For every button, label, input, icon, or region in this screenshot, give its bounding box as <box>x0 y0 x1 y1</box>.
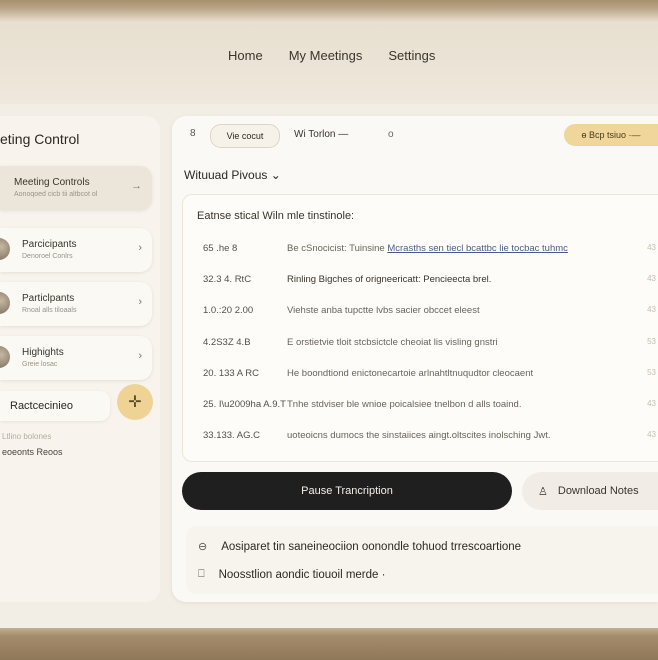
download-notes-label: Download Notes <box>557 485 639 497</box>
chevron-right-icon: › <box>138 242 142 254</box>
recent-records-link[interactable]: eoeonts Reoos <box>2 447 63 457</box>
row-text: Be cSnocicist: Tuinsine <box>287 243 388 254</box>
row-count: 53 <box>647 368 656 377</box>
sidebar-item-sublabel: Aonoqoed cicb tii altbcot ol <box>14 191 98 198</box>
checkbox-icon: ⎕ <box>198 568 205 580</box>
row-count: 43 <box>647 243 656 252</box>
sync-status-button[interactable]: ɵ Bcp tsiuo ·— <box>564 124 658 146</box>
row-count: 43 <box>647 305 656 314</box>
row-count: 43 <box>647 430 656 439</box>
app-window: Home My Meetings Settings eting Control … <box>0 24 658 628</box>
sparkle-icon: ✛ <box>128 394 142 411</box>
table-row[interactable]: 20. 133 A RC He boondtiond enictonecarto… <box>183 364 658 384</box>
sidebar-item-participants[interactable]: Parcicipants Denoroel Conlrs › <box>0 228 152 272</box>
mic-icon[interactable]: o <box>388 129 394 140</box>
transcript-text: Tnhe stdviser ble wnioe poicalsiee tnelb… <box>287 399 522 410</box>
settings-icon[interactable]: 8 <box>190 128 196 139</box>
sidebar-item-label: Meeting Controls <box>14 177 90 188</box>
monitor-bezel-bottom <box>0 626 658 660</box>
transcript-link[interactable]: Mcrasths sen tiecl bcattbc lie tocbac tu… <box>387 243 568 254</box>
sidebar-item-highlights[interactable]: Highights Greie losac › <box>0 336 152 380</box>
transcript-text: E orstietvie tloit stcbsictcle cheoiat l… <box>287 337 498 348</box>
transcript-text: uoteoicns dumocs the sinstaiices aingt.o… <box>287 430 551 441</box>
transcript-text: He boondtiond enictonecartoie arlnahtltn… <box>287 368 534 379</box>
table-row[interactable]: 1.0.:20 2.00 Viehste anba tupctte lvbs s… <box>183 301 658 321</box>
nav-home[interactable]: Home <box>228 48 263 63</box>
transcript-text: Be cSnocicist: Tuinsine Mcrasths sen tie… <box>287 243 568 254</box>
table-row[interactable]: 33.133. AG.C uoteoicns dumocs the sinsta… <box>183 426 658 446</box>
transcript-title: Eatnse stical Wiln mle tinstinole: <box>197 210 355 222</box>
table-row[interactable]: 4.2S3Z 4.B E orstietvie tloit stcbsictcl… <box>183 333 658 353</box>
download-notes-button[interactable]: ♙ Download Notes <box>522 472 658 510</box>
main-nav: Home My Meetings Settings <box>228 48 435 63</box>
sidebar-item-meeting-controls[interactable]: Meeting Controls Aonoqoed cicb tii altbc… <box>0 166 152 210</box>
list-item[interactable]: ⎕ Noosstlion aondic tiouoil merde · <box>198 568 385 581</box>
circle-minus-icon: ⊖ <box>198 541 208 553</box>
transcript-text: Rinling Bigches of origneericatt: Pencie… <box>287 274 492 285</box>
sidebar-item-label: Particlpants <box>22 293 75 304</box>
row-count: 53 <box>647 337 656 346</box>
record-label: Ractcecinieo <box>10 400 73 412</box>
view-pill-button[interactable]: Vie cocut <box>210 124 280 148</box>
top-navigation-bar: Home My Meetings Settings <box>0 24 658 104</box>
timestamp: 25. I\u2009ha A.9.T <box>203 399 286 410</box>
avatar <box>0 346 10 368</box>
notes-panel: ⊖ Aosiparet tin saneineociion oonondle t… <box>186 526 658 594</box>
timestamp: 4.2S3Z 4.B <box>203 337 251 348</box>
list-item[interactable]: ⊖ Aosiparet tin saneineociion oonondle t… <box>198 540 522 554</box>
toolbar-dropdown[interactable]: Wi Torlon — <box>294 129 348 140</box>
sidebar-item-sublabel: Greie losac <box>22 361 58 368</box>
timestamp: 33.133. AG.C <box>203 430 261 441</box>
sidebar: eting Control Meeting Controls Aonoqoed … <box>0 116 160 602</box>
table-row[interactable]: 65 .he 8 Be cSnocicist: Tuinsine Mcrasth… <box>183 239 658 259</box>
row-count: 43 <box>647 274 656 283</box>
sidebar-item-label: Parcicipants <box>22 239 77 250</box>
main-panel: 8 Vie cocut Wi Torlon — o ɵ Bcp tsiuo ·—… <box>172 116 658 602</box>
sidebar-caption: Ltlino bolones <box>2 432 52 441</box>
arrow-right-icon: → <box>131 180 142 192</box>
table-row[interactable]: 32.3 4. RtC Rinling Bigches of origneeri… <box>183 270 658 290</box>
avatar <box>0 238 10 260</box>
sidebar-item-sublabel: Denoroel Conlrs <box>22 253 73 260</box>
transcript-text: Viehste anba tupctte lvbs sacier obccet … <box>287 305 480 316</box>
download-icon: ♙ <box>538 485 548 498</box>
nav-settings[interactable]: Settings <box>388 48 435 63</box>
sidebar-item-label: Highights <box>22 347 64 358</box>
nav-my-meetings[interactable]: My Meetings <box>289 48 363 63</box>
sparkle-button[interactable]: ✛ <box>117 384 153 420</box>
chevron-right-icon: › <box>138 296 142 308</box>
table-row[interactable]: 25. I\u2009ha A.9.T Tnhe stdviser ble wn… <box>183 395 658 415</box>
sidebar-item-sublabel: Rnoal alls tiloaals <box>22 307 77 314</box>
avatar <box>0 292 10 314</box>
sidebar-item-participants-2[interactable]: Particlpants Rnoal alls tiloaals › <box>0 282 152 326</box>
pause-transcription-button[interactable]: Pause Trancription <box>182 472 512 510</box>
timestamp: 20. 133 A RC <box>203 368 259 379</box>
chevron-right-icon: › <box>138 350 142 362</box>
row-count: 43 <box>647 399 656 408</box>
transcript-panel: Eatnse stical Wiln mle tinstinole: 65 .h… <box>182 194 658 462</box>
timestamp: 65 .he 8 <box>203 243 238 254</box>
note-text: Aosiparet tin saneineociion oonondle toh… <box>221 540 522 553</box>
timestamp: 32.3 4. RtC <box>203 274 252 285</box>
timestamp: 1.0.:20 2.00 <box>203 305 254 316</box>
toolbar: 8 Vie cocut Wi Torlon — o ɵ Bcp tsiuo ·— <box>172 116 658 156</box>
record-control[interactable]: Ractcecinieo <box>0 391 110 421</box>
transcript-view-dropdown[interactable]: Wituuad Pivous ⌄ <box>184 168 281 182</box>
note-text: Noosstlion aondic tiouoil merde · <box>218 568 386 581</box>
sidebar-title: eting Control <box>0 131 80 147</box>
